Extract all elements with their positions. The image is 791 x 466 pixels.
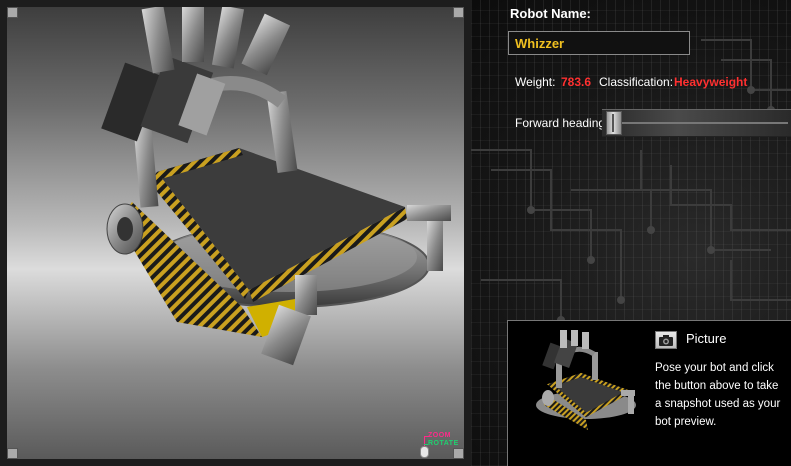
- viewport-canvas[interactable]: [7, 7, 464, 459]
- forward-heading-label: Forward heading:: [515, 116, 609, 130]
- weight-label: Weight:: [515, 75, 556, 89]
- robot-name-label: Robot Name:: [510, 6, 591, 21]
- forward-heading-slider[interactable]: [602, 109, 791, 137]
- picture-instructions: Pose your bot and click the button above…: [655, 362, 781, 428]
- classification-label: Classification:: [599, 75, 674, 89]
- heading-slider-thumb[interactable]: [606, 111, 622, 135]
- take-picture-button[interactable]: [655, 331, 677, 349]
- rotate-label: ROTATE: [428, 440, 459, 447]
- zoom-label: ZOOM: [428, 432, 451, 439]
- viewport-corner-bottom-left: [7, 448, 18, 459]
- robot-info-panel: Robot Name: Weight: 783.6 Classification…: [471, 0, 791, 466]
- weight-value: 783.6: [561, 75, 592, 89]
- heading-slider-track[interactable]: [608, 122, 788, 124]
- robot-3d-viewport[interactable]: ZOOM ROTATE: [0, 0, 471, 466]
- picture-section: Picture Pose your bot and click the butt…: [507, 320, 791, 466]
- viewport-corner-top-right: [453, 7, 464, 18]
- mouse-icon: [420, 446, 429, 458]
- zoom-rotate-hint: ZOOM ROTATE: [418, 432, 466, 460]
- robot-name-input[interactable]: [508, 31, 690, 55]
- camera-icon: [659, 335, 673, 346]
- viewport-corner-top-left: [7, 7, 18, 18]
- classification-value: Heavyweight: [674, 75, 748, 89]
- picture-label: Picture: [686, 331, 727, 346]
- robot-preview-image: [516, 330, 646, 466]
- robot-model-render[interactable]: [7, 7, 464, 459]
